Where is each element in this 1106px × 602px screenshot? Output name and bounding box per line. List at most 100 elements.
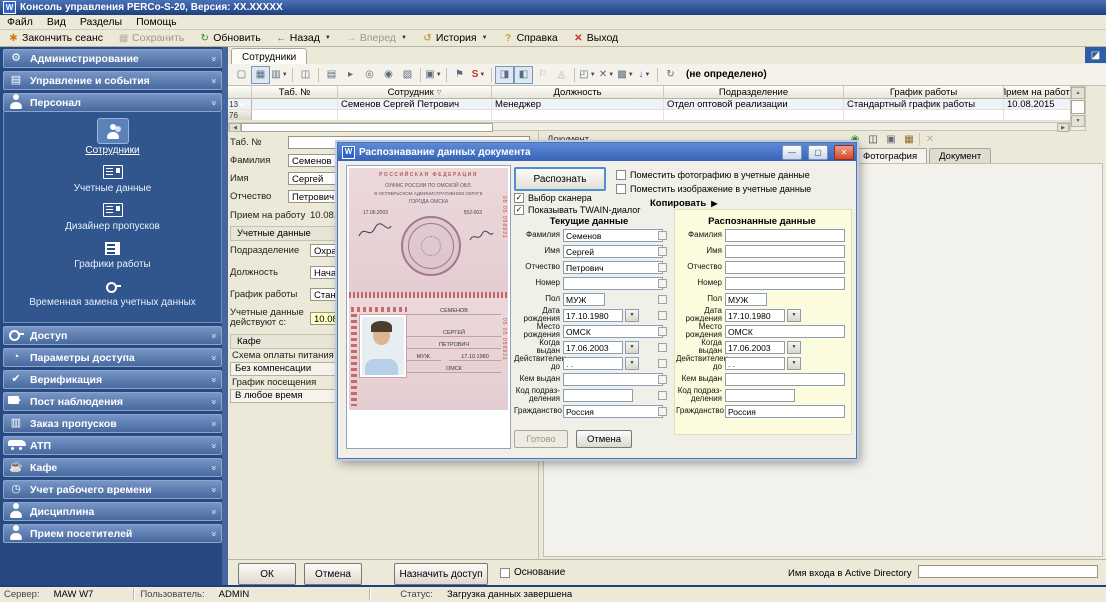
citizenship-field[interactable]: Россия — [563, 405, 663, 418]
chevron-down-icon[interactable]: ▼ — [787, 309, 801, 322]
chevron-down-icon[interactable]: ▼ — [625, 309, 639, 322]
maximize-icon[interactable]: ▢ — [808, 145, 828, 160]
forward-dropdown-icon[interactable]: ▼ — [401, 35, 407, 41]
dialog-cancel-button[interactable]: Отмена — [576, 430, 632, 448]
chevron-down-icon[interactable]: ▼ — [625, 341, 639, 354]
sidebar-section-access[interactable]: Доступ » — [3, 326, 222, 345]
scroll-thumb[interactable] — [241, 123, 493, 132]
import-icon[interactable]: ◰▼ — [578, 66, 597, 84]
sidebar-section-personnel[interactable]: Персонал » — [3, 93, 222, 112]
scroll-left-icon[interactable]: ◀ — [229, 123, 241, 132]
col-schedule[interactable]: График работы — [844, 86, 1004, 99]
copy-field-checkbox[interactable] — [658, 295, 667, 304]
reason-checkbox[interactable] — [500, 568, 510, 578]
name-recognized[interactable] — [725, 245, 845, 258]
copy-field-checkbox[interactable] — [658, 231, 667, 240]
sidebar-item-badge-designer[interactable]: Дизайнер пропусков — [4, 200, 221, 232]
back-dropdown-icon[interactable]: ▼ — [325, 35, 331, 41]
sidebar-item-temp-replacement[interactable]: Временная замена учетных данных — [4, 276, 221, 308]
scanner-icon[interactable]: ▣ — [883, 132, 899, 146]
grid-settings-icon[interactable]: ▦ — [251, 66, 270, 84]
badge-right-icon[interactable]: ◧ — [514, 66, 533, 84]
sidebar-item-work-schedules[interactable]: Графики работы — [4, 238, 221, 270]
birth-place-field[interactable]: ОМСК — [563, 325, 663, 338]
patronymic-field[interactable]: Петрович — [563, 261, 663, 274]
table-vertical-scrollbar[interactable]: ▲ ▼ — [1070, 86, 1086, 131]
ok-button[interactable]: ОК — [238, 563, 296, 585]
issued-by-recognized[interactable] — [725, 373, 845, 386]
search-icon[interactable]: ◎ — [360, 66, 379, 84]
layers-icon[interactable]: ▩▼ — [616, 66, 635, 84]
chevron-down-icon[interactable]: ▼ — [787, 341, 801, 354]
place-photo-checkbox[interactable] — [616, 170, 626, 180]
refresh-button[interactable]: ↻ Обновить — [194, 30, 269, 46]
birth-place-recognized[interactable]: ОМСК — [725, 325, 845, 338]
assign-access-button[interactable]: Назначить доступ — [394, 563, 488, 585]
sidebar-section-management-events[interactable]: ▤ Управление и события » — [3, 71, 222, 90]
copy-field-checkbox[interactable] — [658, 327, 667, 336]
sidebar-section-discipline[interactable]: Дисциплина » — [3, 502, 222, 521]
print-icon[interactable]: ▣▼ — [424, 66, 443, 84]
menu-help[interactable]: Помощь — [129, 16, 184, 28]
copy-field-checkbox[interactable] — [658, 375, 667, 384]
help-button[interactable]: ? Справка — [498, 30, 566, 46]
col-employee[interactable]: Сотрудник▽ — [338, 86, 492, 99]
col-hired[interactable]: Прием на работу — [1004, 86, 1070, 99]
sidebar-section-verification[interactable]: ✔ Верификация » — [3, 370, 222, 389]
sidebar-section-administration[interactable]: ⚙ Администрирование » — [3, 49, 222, 68]
flag-icon[interactable]: ⚑ — [450, 66, 469, 84]
name-field[interactable]: Сергей — [563, 245, 663, 258]
end-session-button[interactable]: ✱ Закончить сеанс — [3, 30, 111, 46]
sex-field[interactable]: МУЖ — [563, 293, 605, 306]
issued-by-field[interactable] — [563, 373, 663, 386]
sidebar-section-atp[interactable]: АТП » — [3, 436, 222, 455]
tab-document[interactable]: Документ — [929, 148, 991, 164]
copy-field-checkbox[interactable] — [658, 263, 667, 272]
minimize-icon[interactable]: — — [782, 145, 802, 160]
done-button[interactable]: Готово — [514, 430, 568, 448]
close-icon[interactable]: ✕ — [834, 145, 854, 160]
citizenship-recognized[interactable]: Россия — [725, 405, 845, 418]
copy-record-icon[interactable]: ◫ — [296, 66, 315, 84]
surname-recognized[interactable] — [725, 229, 845, 242]
delete-record-icon[interactable]: ✕▼ — [597, 66, 616, 84]
recognize-button[interactable]: Распознать — [514, 167, 606, 191]
view-menu-icon[interactable]: ▥▼ — [270, 66, 289, 84]
clear-image-icon[interactable]: ✕ — [922, 132, 938, 146]
patronymic-recognized[interactable] — [725, 261, 845, 274]
expand-icon[interactable]: ▸ — [341, 66, 360, 84]
twain-dialog-checkbox[interactable]: ✓ — [514, 205, 524, 215]
tab-employees[interactable]: Сотрудники — [231, 48, 307, 65]
dialog-titlebar[interactable]: W Распознавание данных документа — ▢ ✕ — [338, 143, 856, 161]
valid-until-field[interactable]: . . — [563, 357, 623, 370]
collapse-panel-icon[interactable]: ◪ — [1085, 47, 1106, 63]
save-button[interactable]: ▦ Сохранить — [113, 30, 192, 46]
copy-field-checkbox[interactable] — [658, 407, 667, 416]
forward-button[interactable]: → Вперед ▼ — [341, 30, 415, 46]
valid-until-recognized[interactable]: . . — [725, 357, 785, 370]
sex-recognized[interactable]: МУЖ — [725, 293, 767, 306]
col-position[interactable]: Должность — [492, 86, 664, 99]
sidebar-section-cafe[interactable]: ☕ Кафе » — [3, 458, 222, 477]
exit-button[interactable]: ✕ Выход — [568, 30, 626, 46]
ad-login-field[interactable] — [918, 565, 1098, 578]
col-division[interactable]: Подразделение — [664, 86, 844, 99]
flag-gray-icon[interactable]: ⚐ — [533, 66, 552, 84]
select-columns-icon[interactable]: ▤ — [322, 66, 341, 84]
sidebar-section-pass-orders[interactable]: ▥ Заказ пропусков » — [3, 414, 222, 433]
birth-date-field[interactable]: 17.10.1980 — [563, 309, 623, 322]
division-code-field[interactable] — [563, 389, 633, 402]
sidebar-section-observation-post[interactable]: Пост наблюдения » — [3, 392, 222, 411]
sidebar-item-account-data[interactable]: Учетные данные — [4, 162, 221, 194]
menu-file[interactable]: Файл — [0, 16, 40, 28]
number-recognized[interactable] — [725, 277, 845, 290]
history-view-icon[interactable]: S▼ — [469, 66, 488, 84]
copy-field-checkbox[interactable] — [658, 391, 667, 400]
place-image-checkbox[interactable] — [616, 184, 626, 194]
sidebar-section-visitors[interactable]: Прием посетителей » — [3, 524, 222, 543]
menu-sections[interactable]: Разделы — [73, 16, 129, 28]
stamp-icon[interactable]: ◬ — [552, 66, 571, 84]
menu-view[interactable]: Вид — [40, 16, 73, 28]
scroll-up-icon[interactable]: ▲ — [1071, 87, 1085, 99]
copy-field-checkbox[interactable] — [658, 359, 667, 368]
